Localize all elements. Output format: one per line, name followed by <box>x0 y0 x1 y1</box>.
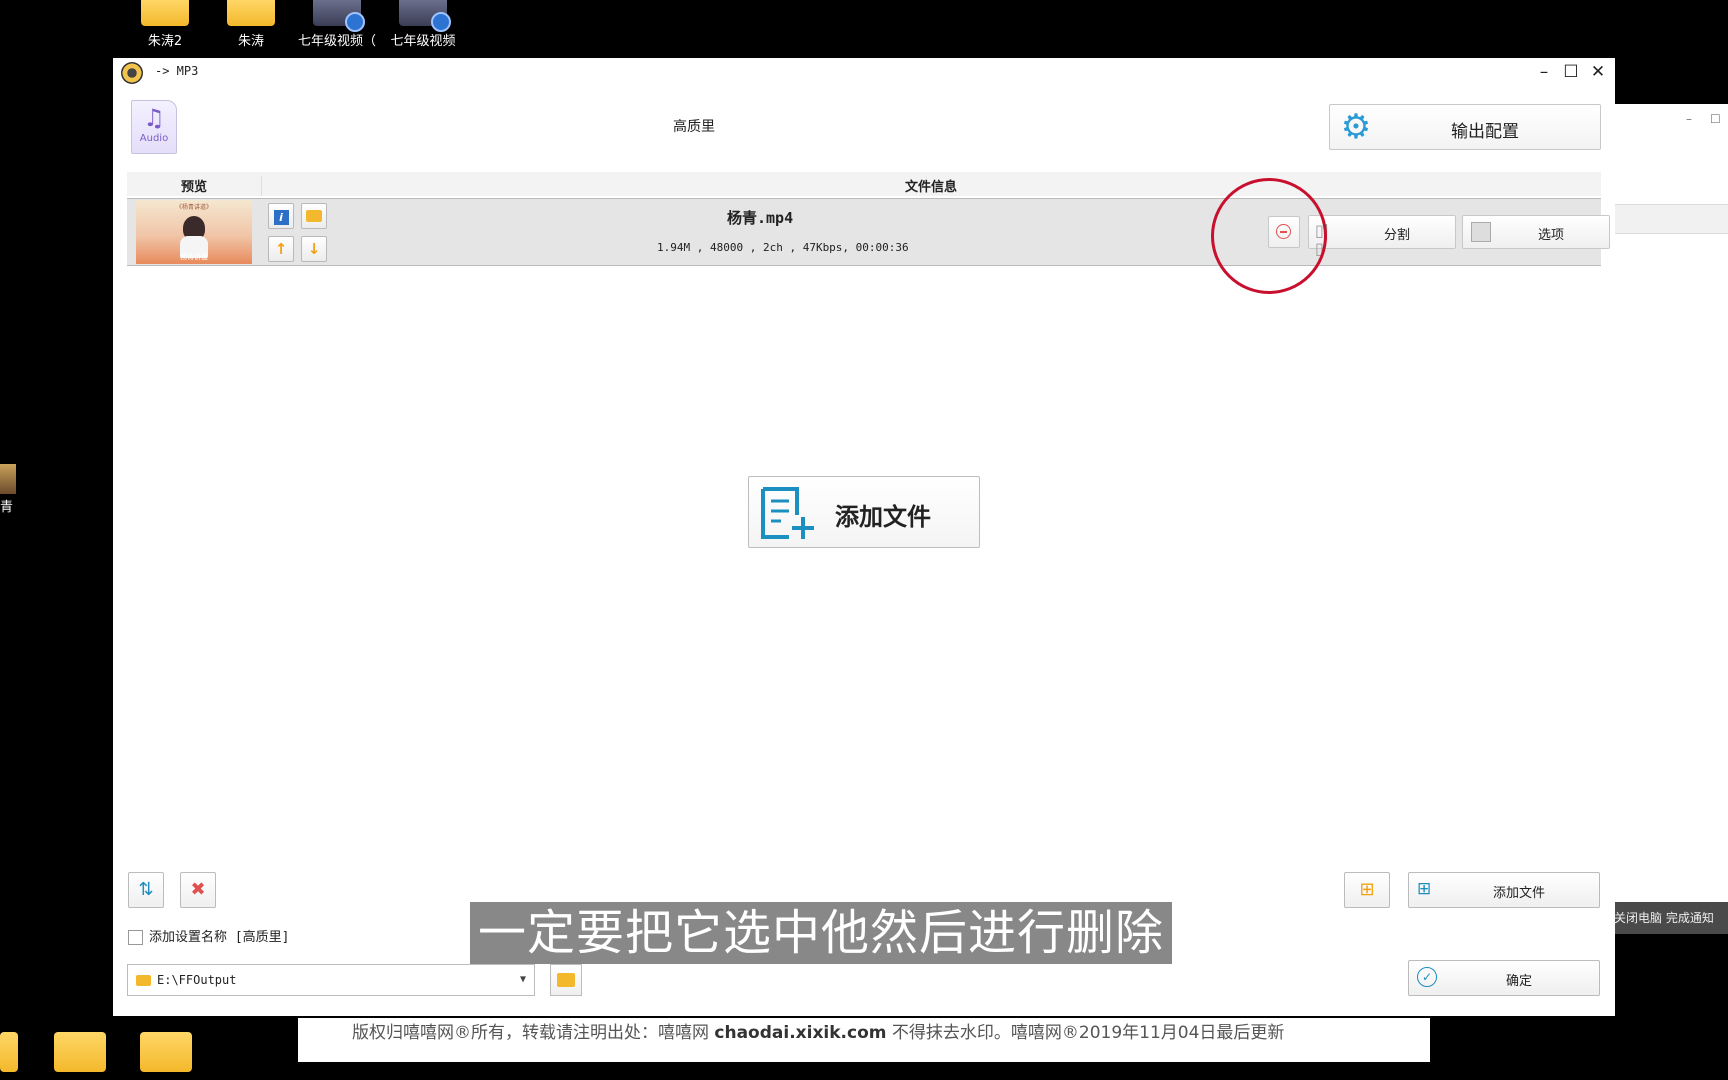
ok-button[interactable]: ✓ 确定 <box>1408 960 1600 996</box>
move-up-button[interactable]: ↑ <box>268 236 294 262</box>
maximize-icon[interactable]: ☐ <box>1710 112 1721 126</box>
folder-icon <box>141 0 189 26</box>
desktop-icon-label: 朱涛 <box>237 34 264 49</box>
add-file-button-center[interactable]: 添加文件 <box>748 476 980 548</box>
folder-icon[interactable] <box>140 1032 192 1072</box>
audio-profile-label: Audio <box>139 133 169 144</box>
music-note-icon: ♫ <box>143 104 165 132</box>
add-file-label: 添加文件 <box>835 502 931 531</box>
folder-icon <box>227 0 275 26</box>
close-button[interactable]: ✕ <box>1585 60 1611 84</box>
add-folder-button[interactable]: ⊞ <box>1344 872 1390 908</box>
video-file-icon <box>313 0 365 32</box>
output-config-button[interactable]: ⚙ 输出配置 <box>1329 104 1601 150</box>
footer-text-before: 版权归嘻嘻网®所有，转载请注明出处：嘻嘻网 <box>352 1023 715 1043</box>
move-down-button[interactable]: ↓ <box>301 236 327 262</box>
desktop-icon-left-edge[interactable]: 青 <box>0 464 20 515</box>
sort-icon: ⇅ <box>138 879 154 900</box>
header-preview: 预览 <box>127 176 262 196</box>
video-thumbnail: 《杨青讲道》 杨青讲道 <box>136 200 252 264</box>
minimize-icon[interactable]: – <box>1686 112 1692 126</box>
desktop-icon-label: 七年级视频（ <box>297 34 376 49</box>
add-file-icon <box>761 487 814 539</box>
background-options-text: 关闭电脑 完成通知 <box>1614 911 1714 925</box>
add-setting-name-label: 添加设置名称 [高质里] <box>149 930 290 945</box>
clear-list-button[interactable]: ✖ <box>180 872 216 908</box>
title-bar[interactable]: -> MP3 – ☐ ✕ <box>113 58 1615 86</box>
add-setting-name-checkbox[interactable]: 添加设置名称 [高质里] <box>128 926 289 945</box>
options-label: 选项 <box>1537 228 1564 243</box>
check-circle-icon: ✓ <box>1417 967 1437 987</box>
browser-footer: 版权归嘻嘻网®所有，转载请注明出处：嘻嘻网 chaodai.xixik.com … <box>298 1018 1430 1062</box>
desktop-icon-zhutao[interactable]: 朱涛 <box>207 0 295 49</box>
sort-button[interactable]: ⇅ <box>128 872 164 908</box>
table-row[interactable]: 《杨青讲道》 杨青讲道 i ↑ ↓ 杨青.mp4 1.94M , 48000 ,… <box>127 198 1610 266</box>
file-info-button[interactable]: i <box>268 203 294 229</box>
desktop-icon-label: 七年级视频 <box>390 34 456 49</box>
desktop-icon-video2[interactable]: 七年级视频 <box>379 0 467 49</box>
chevron-down-icon[interactable]: ▼ <box>520 965 526 995</box>
folder-icon[interactable] <box>54 1032 106 1072</box>
split-button[interactable]: ▯|▯ 分割 <box>1308 215 1456 258</box>
options-button[interactable]: 选项 <box>1462 215 1610 249</box>
window-title: -> MP3 <box>155 64 199 78</box>
desktop-icon-label: 朱涛2 <box>147 34 183 49</box>
background-window: – ☐ <box>1614 104 1728 924</box>
profile-name: 高质里 <box>673 119 715 135</box>
file-list-header: 预览 文件信息 <box>127 172 1601 196</box>
video-file-icon <box>399 0 451 32</box>
folder-icon <box>136 975 151 986</box>
background-options-bar: 关闭电脑 完成通知 <box>1614 902 1728 934</box>
add-file-button[interactable]: ⊞ 添加文件 <box>1408 872 1600 908</box>
browse-folder-button[interactable] <box>550 964 582 996</box>
folder-icon <box>557 973 575 987</box>
ok-label: 确定 <box>1505 974 1532 989</box>
options-icon <box>1471 222 1491 242</box>
arrow-down-icon: ↓ <box>307 240 321 258</box>
maximize-button[interactable]: ☐ <box>1558 60 1584 84</box>
desktop-icon-label: 青 <box>0 500 14 515</box>
folder-icon <box>306 210 322 222</box>
add-file-small-label: 添加文件 <box>1492 886 1545 901</box>
footer-domain[interactable]: chaodai.xixik.com <box>714 1023 886 1043</box>
output-path-select[interactable]: E:\FFOutput ▼ <box>127 964 535 996</box>
video-subtitle: 一定要把它选中他然后进行删除 <box>470 902 1173 964</box>
desktop-icon-video1[interactable]: 七年级视频（ <box>293 0 381 49</box>
add-folder-icon: ⊞ <box>1359 879 1375 900</box>
audio-profile-icon: ♫ Audio <box>131 100 177 154</box>
arrow-up-icon: ↑ <box>274 240 288 258</box>
file-meta: 1.94M , 48000 , 2ch , 47Kbps, 00:00:36 <box>657 241 909 254</box>
split-label: 分割 <box>1383 228 1410 243</box>
background-window-strip <box>1614 204 1728 234</box>
desktop-icon-zhutao2[interactable]: 朱涛2 <box>121 0 209 49</box>
format-factory-window: -> MP3 – ☐ ✕ ♫ Audio 高质里 ⚙ 输出配置 预览 文件信息 … <box>113 58 1615 1016</box>
thumbnail-caption: 杨青讲道 <box>180 253 208 261</box>
folder-icon[interactable] <box>0 1032 18 1072</box>
add-file-icon: ⊞ <box>1417 879 1432 899</box>
open-folder-button[interactable] <box>301 203 327 229</box>
output-path-value: E:\FFOutput <box>157 973 237 987</box>
file-name: 杨青.mp4 <box>727 209 794 227</box>
highlight-circle <box>1211 178 1327 294</box>
checkbox-icon[interactable] <box>128 930 143 945</box>
video-file-icon <box>0 464 16 494</box>
info-icon: i <box>273 210 289 225</box>
footer-text-after: 不得抹去水印。嘻嘻网®2019年11月04日最后更新 <box>886 1023 1285 1043</box>
delete-file-icon: ✖ <box>190 879 206 900</box>
thumbnail-caption-top: 《杨青讲道》 <box>175 204 212 211</box>
minimize-button[interactable]: – <box>1531 60 1557 84</box>
header-file-info: 文件信息 <box>904 180 957 195</box>
app-icon <box>121 62 143 84</box>
output-config-label: 输出配置 <box>1451 122 1519 142</box>
